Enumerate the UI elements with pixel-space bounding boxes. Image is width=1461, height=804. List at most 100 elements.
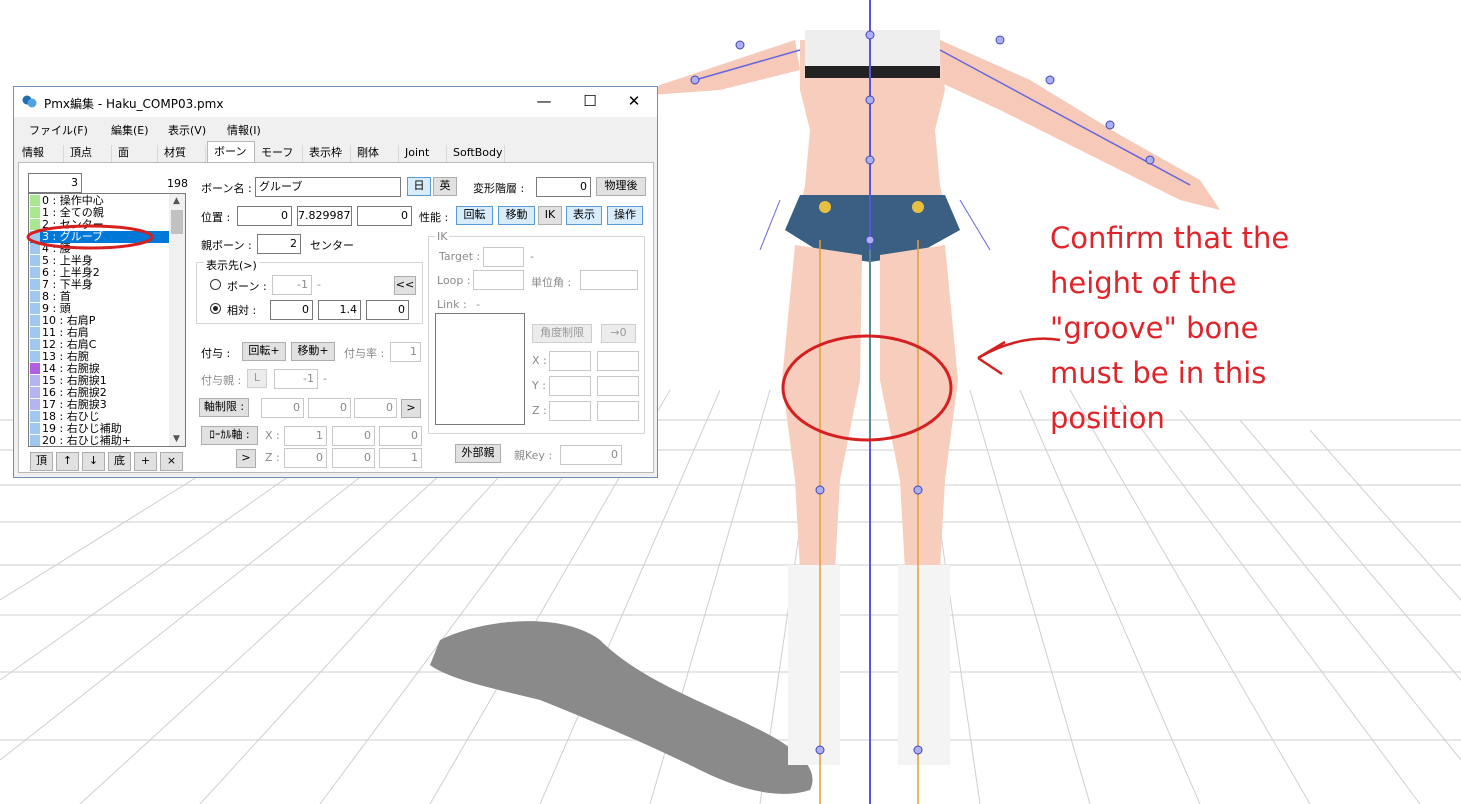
dest-rel-x-field[interactable]: 0 (270, 300, 313, 320)
local-z1-field[interactable]: 0 (284, 448, 327, 468)
tab-bone[interactable]: ボーン (207, 141, 255, 163)
list-item[interactable]: 17 : 右腕捩3 (30, 399, 170, 411)
tab-softbody[interactable]: SoftBody (447, 145, 505, 163)
dest-rel-z-field[interactable]: 0 (366, 300, 409, 320)
grant-rotate-button[interactable]: 回転+ (242, 342, 286, 361)
flag-operable-button[interactable]: 操作 (607, 206, 643, 225)
list-item[interactable]: 20 : 右ひじ補助+ (30, 435, 170, 446)
menu-view[interactable]: 表示(V) (168, 122, 206, 138)
list-item[interactable]: 5 : 上半身 (30, 255, 170, 267)
local-x2-field[interactable]: 0 (332, 426, 375, 446)
position-y-field[interactable]: 7.829987 (297, 206, 352, 226)
scroll-up-icon[interactable]: ▲ (173, 196, 180, 206)
grant-rate-field[interactable]: 1 (390, 342, 421, 362)
dest-relative-radio[interactable] (210, 303, 221, 314)
list-item[interactable]: 16 : 右腕捩2 (30, 387, 170, 399)
close-button[interactable]: ✕ (611, 87, 657, 117)
ik-z-min-field[interactable] (549, 401, 591, 421)
dest-bone-radio[interactable] (210, 279, 221, 290)
local-z3-field[interactable]: 1 (379, 448, 422, 468)
tab-info[interactable]: 情報 (16, 145, 64, 163)
external-parent-button[interactable]: 外部親 (455, 444, 501, 463)
dest-back-button[interactable]: << (394, 276, 416, 295)
local-axis-button[interactable]: ﾛｰｶﾙ軸 : (201, 426, 258, 445)
grant-parent-button[interactable]: L (247, 369, 267, 388)
flag-rotate-button[interactable]: 回転 (456, 206, 493, 225)
ik-z-max-field[interactable] (597, 401, 639, 421)
menu-info[interactable]: 情報(I) (227, 122, 261, 138)
local-x3-field[interactable]: 0 (379, 426, 422, 446)
list-add-button[interactable]: + (134, 452, 157, 471)
list-item[interactable]: 15 : 右腕捩1 (30, 375, 170, 387)
after-physics-button[interactable]: 物理後 (596, 177, 646, 196)
local-axis-more-button[interactable]: > (236, 449, 256, 468)
list-item[interactable]: 7 : 下半身 (30, 279, 170, 291)
menu-file[interactable]: ファイル(F) (29, 122, 88, 138)
axis-limit-more-button[interactable]: > (401, 399, 421, 418)
scroll-thumb[interactable] (171, 210, 183, 234)
flag-ik-button[interactable]: IK (538, 206, 562, 225)
axis-x-field[interactable]: 0 (261, 398, 304, 418)
tab-face[interactable]: 面 (112, 145, 158, 163)
ik-loop-field[interactable] (473, 270, 524, 290)
local-z2-field[interactable]: 0 (332, 448, 375, 468)
ik-link-list[interactable] (435, 313, 525, 425)
deform-label: 変形階層 : (473, 182, 525, 195)
menu-edit[interactable]: 編集(E) (111, 122, 149, 138)
local-x1-field[interactable]: 1 (284, 426, 327, 446)
grant-parent-field[interactable]: -1 (274, 369, 318, 389)
ik-x-min-field[interactable] (549, 351, 591, 371)
axis-z-field[interactable]: 0 (354, 398, 397, 418)
bone-index-field[interactable]: 3 (28, 173, 82, 193)
ik-y-min-field[interactable] (549, 376, 591, 396)
deform-field[interactable]: 0 (536, 177, 591, 197)
grant-move-button[interactable]: 移動+ (291, 342, 335, 361)
bone-name-field[interactable]: グルーブ (255, 177, 401, 197)
ik-y-max-field[interactable] (597, 376, 639, 396)
list-item[interactable]: 8 : 首 (30, 291, 170, 303)
list-item[interactable]: 19 : 右ひじ補助 (30, 423, 170, 435)
position-z-field[interactable]: 0 (357, 206, 412, 226)
list-item[interactable]: 11 : 右肩 (30, 327, 170, 339)
list-item[interactable]: 0 : 操作中心 (30, 195, 170, 207)
lang-en-button[interactable]: 英 (433, 177, 457, 196)
zero-button[interactable]: →0 (601, 324, 636, 343)
scroll-down-icon[interactable]: ▼ (173, 434, 180, 444)
tab-rigid-body[interactable]: 剛体 (351, 145, 399, 163)
tab-morph[interactable]: モーフ (255, 145, 303, 163)
list-item[interactable]: 9 : 頭 (30, 303, 170, 315)
lang-jp-button[interactable]: 日 (407, 177, 431, 196)
list-item[interactable]: 12 : 右肩C (30, 339, 170, 351)
axis-limit-button[interactable]: 軸制限 : (199, 398, 249, 417)
list-scrollbar[interactable]: ▲ ▼ (169, 194, 185, 446)
ik-unit-field[interactable] (580, 270, 638, 290)
list-item[interactable]: 13 : 右腕 (30, 351, 170, 363)
parent-key-field[interactable]: 0 (560, 445, 622, 465)
flag-move-button[interactable]: 移動 (498, 206, 535, 225)
ik-x-max-field[interactable] (597, 351, 639, 371)
position-x-field[interactable]: 0 (237, 206, 292, 226)
tab-material[interactable]: 材質 (158, 145, 206, 163)
angle-limit-button[interactable]: 角度制限 (532, 324, 592, 343)
list-top-button[interactable]: 頂 (30, 452, 53, 471)
parent-bone-field[interactable]: 2 (257, 234, 301, 254)
ik-target-field[interactable] (483, 247, 524, 267)
tab-joint[interactable]: Joint (399, 145, 447, 163)
list-bottom-button[interactable]: 底 (108, 452, 131, 471)
list-item[interactable]: 18 : 右ひじ (30, 411, 170, 423)
tab-display-frame[interactable]: 表示枠 (303, 145, 351, 163)
list-item[interactable]: 6 : 上半身2 (30, 267, 170, 279)
axis-y-field[interactable]: 0 (308, 398, 351, 418)
dest-bone-field[interactable]: -1 (272, 275, 312, 295)
list-delete-button[interactable]: × (160, 452, 183, 471)
maximize-button[interactable]: ☐ (567, 87, 613, 117)
dest-rel-y-field[interactable]: 1.4 (318, 300, 361, 320)
list-down-button[interactable]: ↓ (82, 452, 105, 471)
list-item[interactable]: 1 : 全ての親 (30, 207, 170, 219)
list-item[interactable]: 10 : 右肩P (30, 315, 170, 327)
flag-visible-button[interactable]: 表示 (566, 206, 602, 225)
list-item[interactable]: 14 : 右腕捩 (30, 363, 170, 375)
list-up-button[interactable]: ↑ (56, 452, 79, 471)
minimize-button[interactable]: — (521, 87, 567, 117)
tab-vertex[interactable]: 頂点 (64, 145, 112, 163)
